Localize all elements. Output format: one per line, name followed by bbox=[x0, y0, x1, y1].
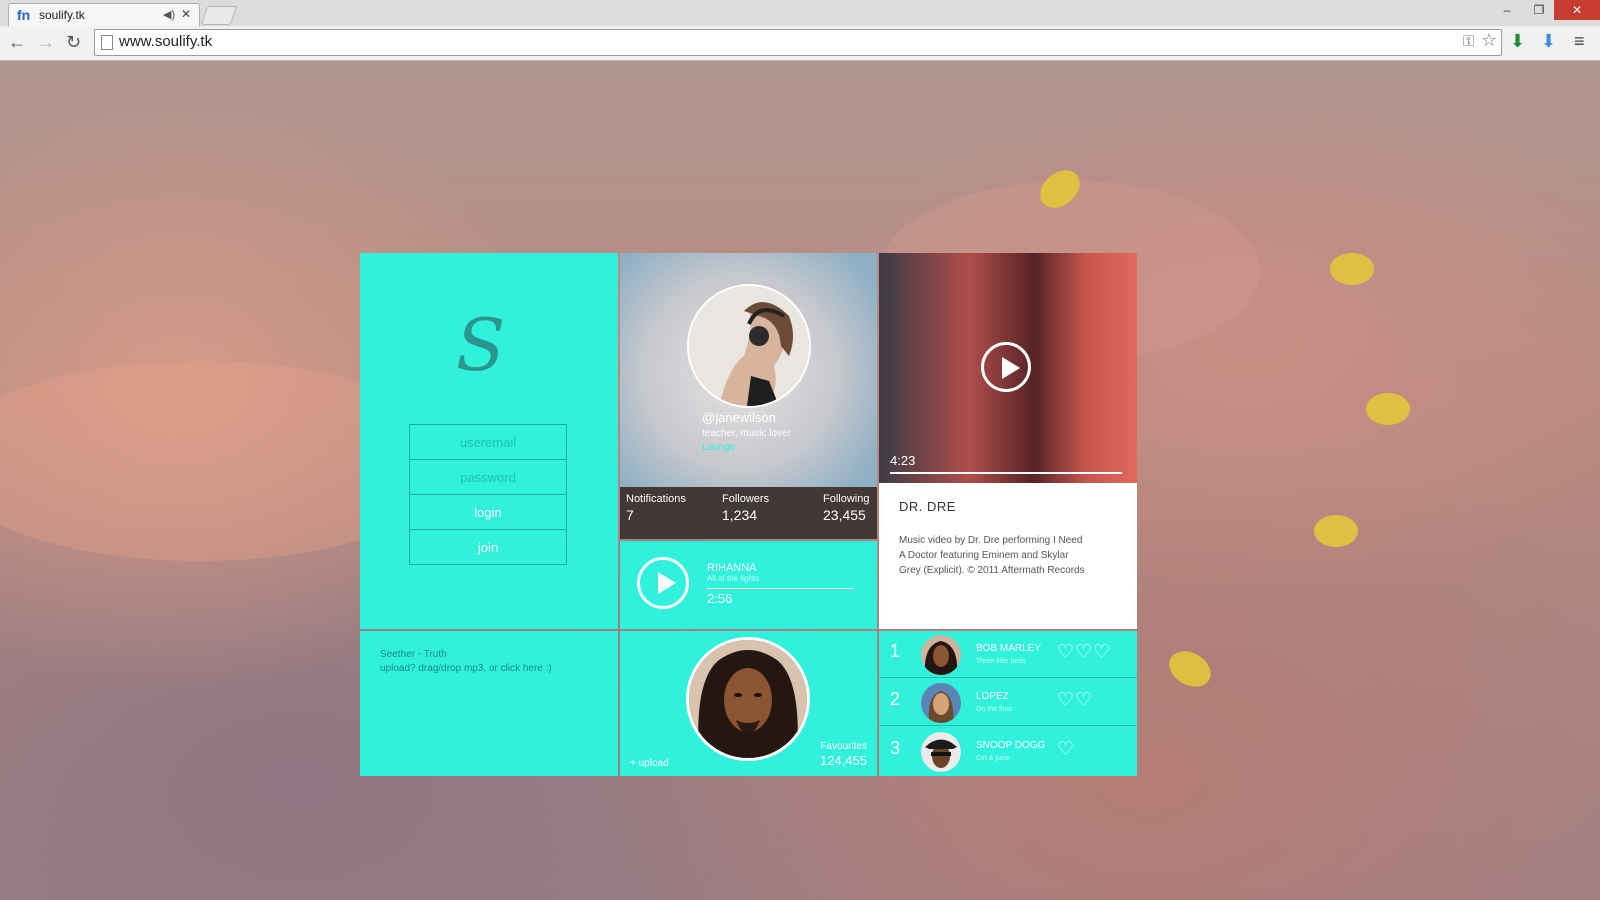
profile-avatar[interactable] bbox=[687, 284, 811, 408]
video-progress-bar[interactable] bbox=[890, 472, 1122, 474]
lopez-avatar-icon bbox=[921, 683, 961, 723]
heart-rating-icon[interactable]: ♡♡ bbox=[1057, 689, 1093, 712]
bob-marley-portrait-icon bbox=[689, 640, 807, 758]
close-window-button[interactable]: ✕ bbox=[1554, 0, 1600, 20]
artist-avatar bbox=[921, 683, 961, 723]
video-duration: 4:23 bbox=[890, 453, 916, 468]
password-field[interactable]: password bbox=[409, 459, 567, 495]
notifications-count[interactable]: 7 bbox=[626, 507, 634, 523]
chart-artist: BOB MARLEY bbox=[976, 643, 1042, 654]
heart-rating-icon[interactable]: ♡♡♡ bbox=[1057, 641, 1111, 664]
favourites-upload-link[interactable]: + upload bbox=[630, 758, 669, 769]
following-label[interactable]: Following bbox=[823, 493, 869, 505]
video-play-icon[interactable] bbox=[981, 342, 1031, 392]
chart-artist: LOPEZ bbox=[976, 691, 1009, 702]
background-nail bbox=[1366, 393, 1410, 425]
top-chart-tile: 1 BOB MARLEY Three little birds ♡♡♡ 2 LO… bbox=[879, 631, 1137, 776]
track-time: 2:56 bbox=[707, 591, 733, 606]
favourite-artist-avatar[interactable] bbox=[686, 637, 810, 761]
login-button[interactable]: login bbox=[409, 494, 567, 530]
new-tab-button[interactable] bbox=[200, 6, 238, 25]
profile-username[interactable]: @janewilson bbox=[702, 410, 776, 425]
upload-tile[interactable]: Seether - Truth upload? drag/drop mp3, o… bbox=[360, 631, 618, 776]
chart-artist: SNOOP DOGG bbox=[976, 740, 1046, 751]
menu-icon[interactable]: ≡ bbox=[1574, 31, 1585, 52]
reload-icon[interactable]: ↻ bbox=[66, 32, 81, 53]
heart-rating-icon[interactable]: ♡ bbox=[1057, 738, 1075, 761]
followers-count[interactable]: 1,234 bbox=[722, 507, 757, 523]
player-tile: RIHANNA All of the lights 2:56 bbox=[620, 541, 877, 629]
speaker-icon[interactable]: ◀) bbox=[163, 8, 175, 21]
following-count[interactable]: 23,455 bbox=[823, 507, 866, 523]
download-blue-icon[interactable]: ⬇ bbox=[1541, 31, 1556, 52]
login-form: useremail password login join bbox=[409, 424, 567, 565]
woman-headphones-icon bbox=[689, 286, 809, 406]
join-button[interactable]: join bbox=[409, 529, 567, 565]
video-title: DR. DRE bbox=[899, 499, 956, 514]
browser-toolbar: ← → ↻ www.soulify.tk ⚿ ☆ ⬇ ⬇ ≡ bbox=[0, 26, 1600, 60]
url-text: www.soulify.tk bbox=[119, 33, 213, 50]
artist-avatar bbox=[921, 732, 961, 772]
site-favicon-icon: fn bbox=[17, 7, 31, 23]
login-tile: S useremail password login join bbox=[360, 253, 618, 629]
browser-chrome: fn soulify.tk ◀) ✕ – ❐ ✕ ← → ↻ www.souli… bbox=[0, 0, 1600, 61]
chart-row[interactable]: 3 SNOOP DOGG Gin & juice ♡ bbox=[879, 728, 1137, 775]
bookmark-star-icon[interactable]: ☆ bbox=[1481, 30, 1497, 51]
notifications-label[interactable]: Notifications bbox=[626, 493, 686, 505]
profile-tile: @janewilson teacher, music lover Lounge … bbox=[620, 253, 877, 539]
forward-arrow-icon[interactable]: → bbox=[37, 32, 55, 53]
profile-stats: Notifications 7 Followers 1,234 Followin… bbox=[620, 487, 877, 539]
restore-button[interactable]: ❐ bbox=[1524, 0, 1554, 20]
track-play-icon[interactable] bbox=[637, 557, 689, 609]
page-icon bbox=[101, 35, 113, 50]
chart-rank: 2 bbox=[890, 689, 901, 709]
download-green-icon[interactable]: ⬇ bbox=[1510, 31, 1525, 52]
background-nail bbox=[1162, 644, 1218, 694]
track-progress-bar[interactable] bbox=[707, 588, 853, 589]
close-tab-icon[interactable]: ✕ bbox=[181, 7, 191, 21]
profile-bio: teacher, music lover bbox=[702, 428, 791, 439]
favourites-tile: + upload Favourites 124,455 bbox=[620, 631, 877, 776]
tab-strip: fn soulify.tk ◀) ✕ – ❐ ✕ bbox=[0, 0, 1600, 27]
chart-song: Three little birds bbox=[976, 658, 1026, 665]
chart-row[interactable]: 2 LOPEZ On the floor ♡♡ bbox=[879, 679, 1137, 726]
snoop-dogg-avatar-icon bbox=[921, 732, 961, 772]
background-nail bbox=[1314, 515, 1358, 547]
chart-rank: 3 bbox=[890, 738, 901, 758]
favourites-label: Favourites bbox=[820, 741, 867, 752]
profile-genre: Lounge bbox=[702, 442, 736, 453]
key-icon[interactable]: ⚿ bbox=[1463, 33, 1474, 50]
video-info-tile: DR. DRE Music video by Dr. Dre performin… bbox=[879, 483, 1137, 629]
background-nail bbox=[1330, 253, 1374, 285]
artist-avatar bbox=[921, 635, 961, 675]
chart-row[interactable]: 1 BOB MARLEY Three little birds ♡♡♡ bbox=[879, 631, 1137, 678]
chart-song: On the floor bbox=[976, 706, 1013, 713]
chart-rank: 1 bbox=[890, 641, 901, 661]
back-arrow-icon[interactable]: ← bbox=[8, 32, 26, 53]
track-song: All of the lights bbox=[707, 574, 760, 583]
browser-tab[interactable]: fn soulify.tk ◀) ✕ bbox=[8, 3, 200, 27]
followers-label[interactable]: Followers bbox=[722, 493, 769, 505]
soulify-logo: S bbox=[456, 303, 506, 387]
address-bar[interactable]: www.soulify.tk ⚿ ☆ bbox=[94, 29, 1502, 56]
chart-song: Gin & juice bbox=[976, 755, 1010, 762]
bob-marley-avatar-icon bbox=[921, 635, 961, 675]
email-field[interactable]: useremail bbox=[409, 424, 567, 460]
soulify-dashboard: S useremail password login join @janewil… bbox=[360, 253, 1137, 776]
favourites-count: 124,455 bbox=[820, 753, 867, 768]
upload-dropzone-text[interactable]: upload? drag/drop mp3, or click here :) bbox=[380, 663, 552, 674]
video-description: Music video by Dr. Dre performing I Need… bbox=[899, 535, 1085, 576]
minimize-button[interactable]: – bbox=[1492, 0, 1522, 20]
video-tile: 4:23 bbox=[879, 253, 1137, 483]
tab-title: soulify.tk bbox=[39, 8, 85, 22]
track-artist: RIHANNA bbox=[707, 562, 757, 574]
now-playing-text: Seether - Truth bbox=[380, 649, 447, 660]
